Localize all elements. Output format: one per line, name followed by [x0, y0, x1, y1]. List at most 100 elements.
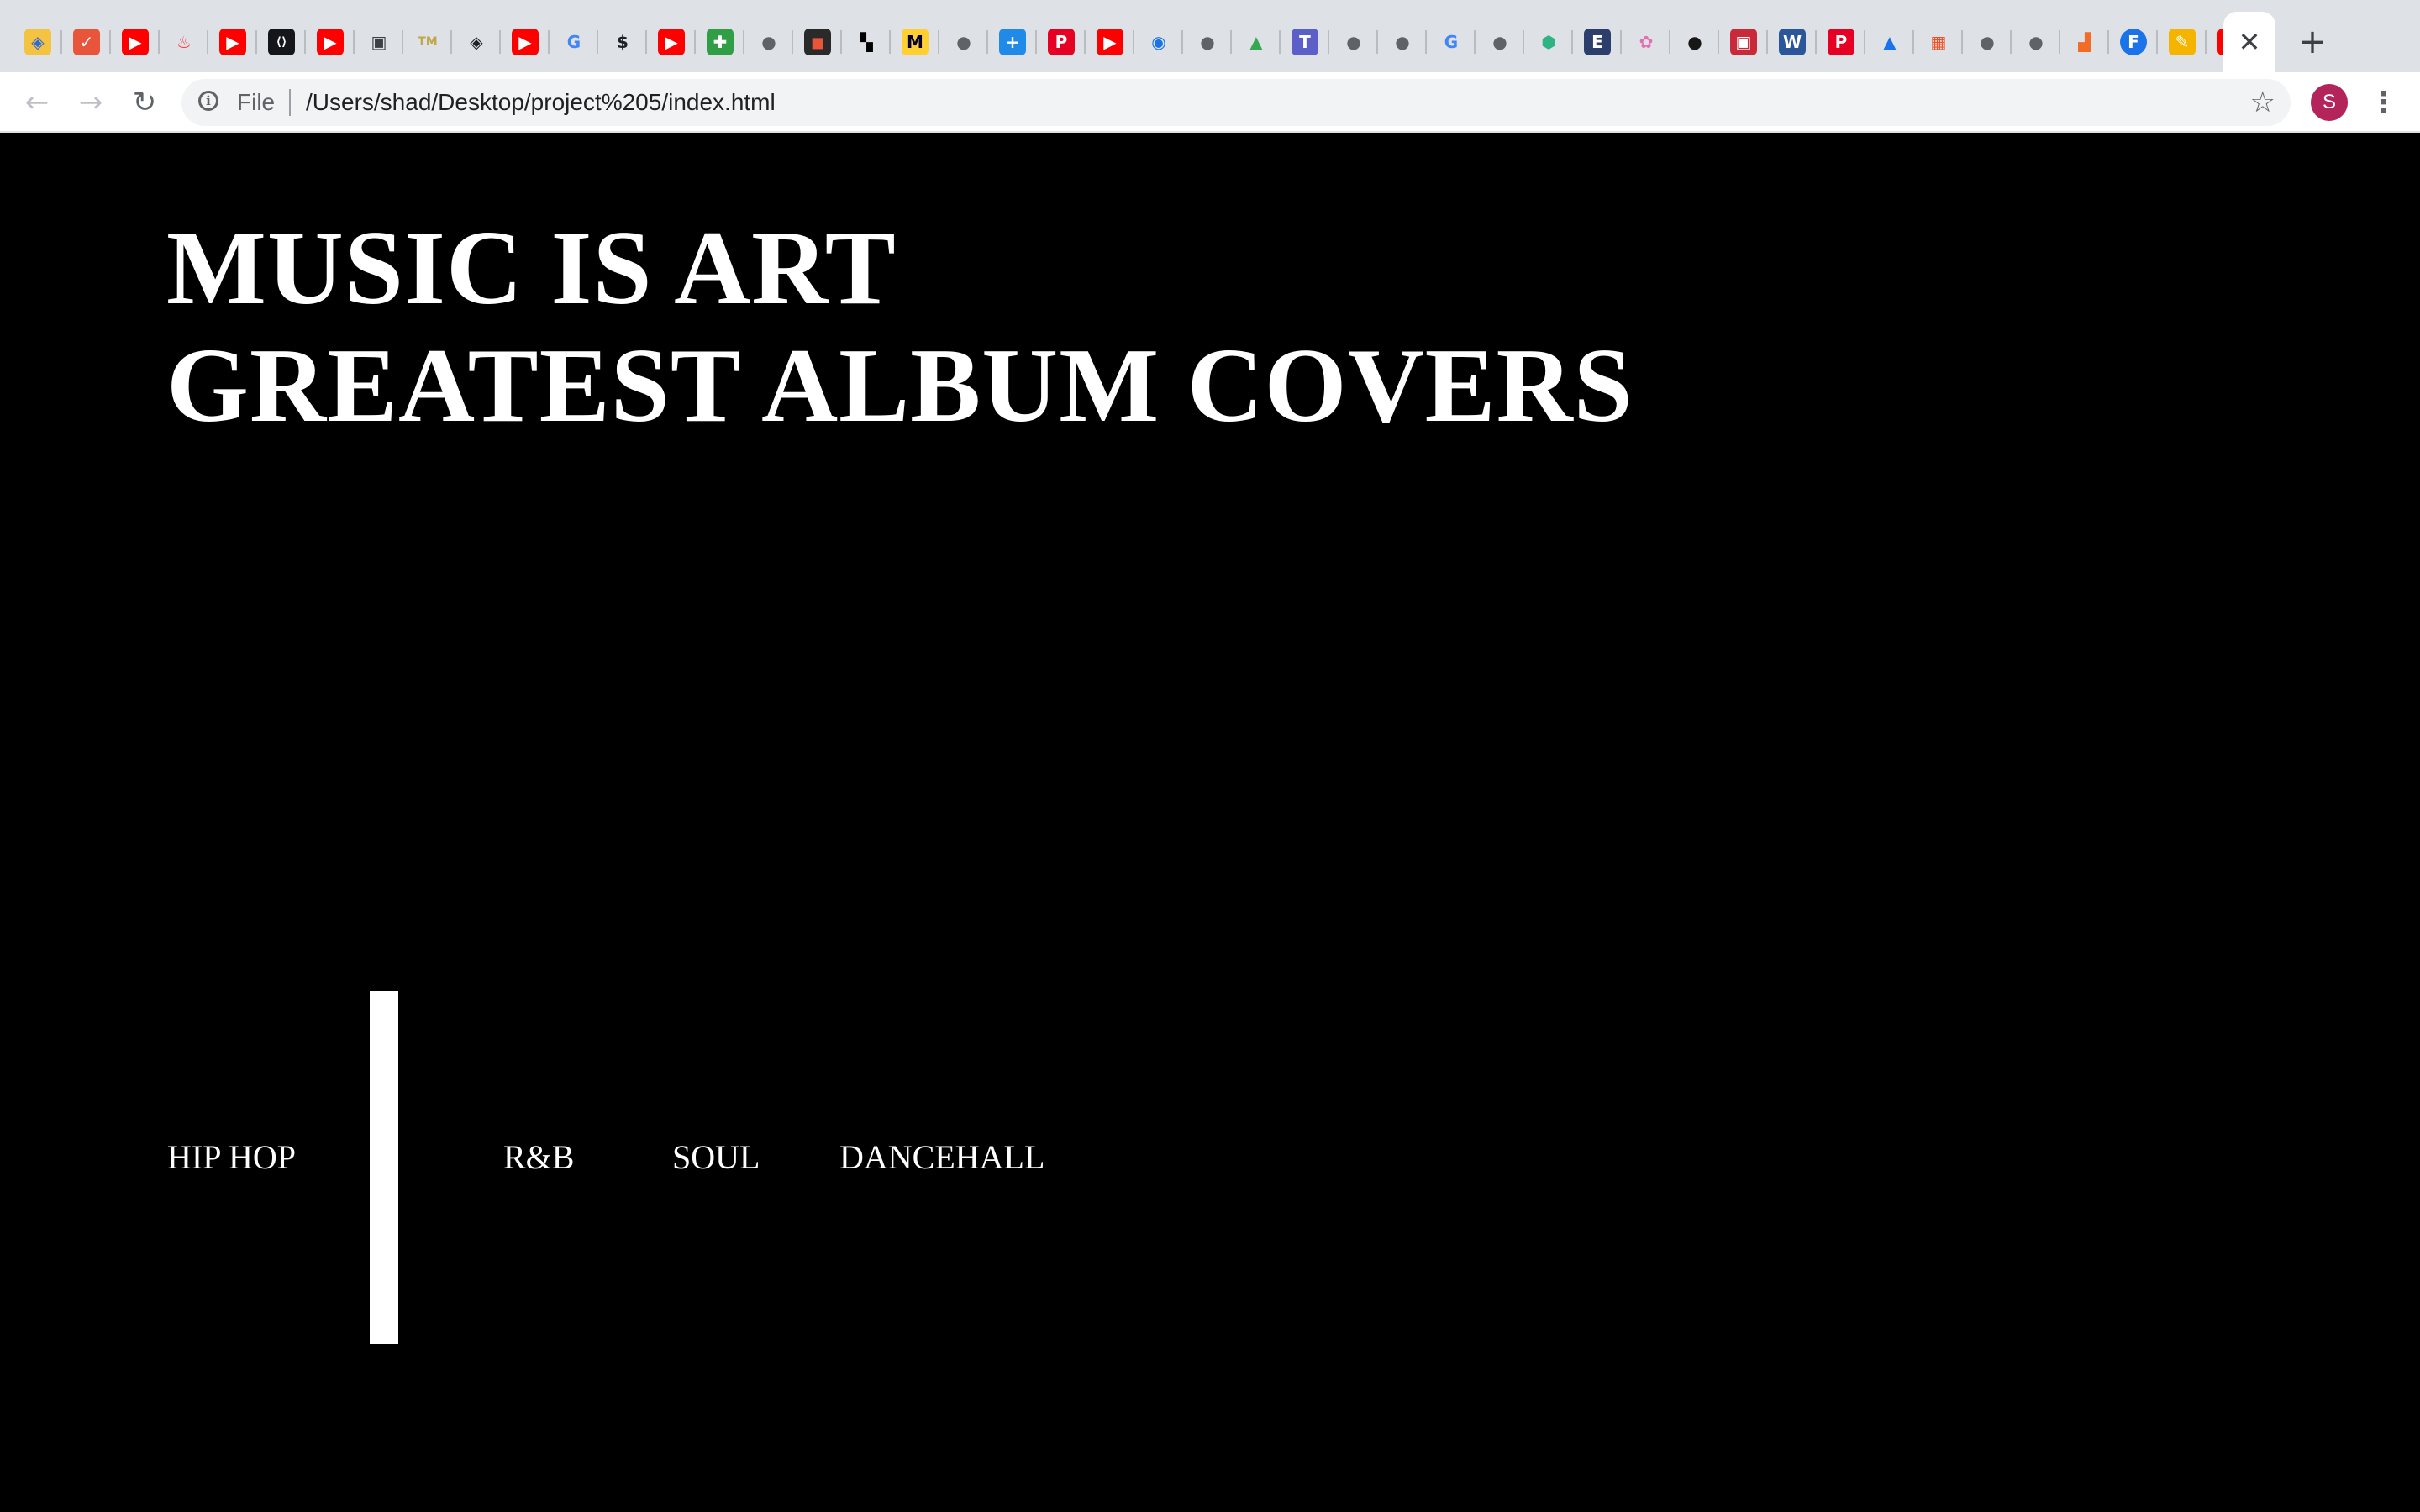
browser-tab[interactable]: ⬢: [1524, 18, 1573, 66]
reload-button[interactable]: ↻: [123, 81, 166, 124]
browser-tab[interactable]: ●: [744, 18, 793, 66]
browser-tab[interactable]: ◈: [13, 18, 62, 66]
blocks-icon: ▚: [853, 29, 880, 55]
back-button[interactable]: ←: [15, 81, 59, 124]
github-icon: ●: [1681, 29, 1708, 55]
browser-tab[interactable]: M: [891, 18, 939, 66]
browser-tab[interactable]: ▶: [111, 18, 160, 66]
green-shield-icon: ⬢: [1535, 29, 1562, 55]
browser-tab[interactable]: ●: [1670, 18, 1719, 66]
colorful-people-icon: ✿: [1633, 29, 1660, 55]
genre-link-soul[interactable]: SOUL: [672, 1137, 760, 1177]
red-box-icon: ▣: [1730, 29, 1757, 55]
title-line-2: GREATEST ALBUM COVERS: [166, 328, 1634, 444]
address-bar[interactable]: i File /Users/shad/Desktop/project%205/i…: [182, 79, 2291, 126]
browser-tab[interactable]: ●: [1378, 18, 1427, 66]
browser-tab[interactable]: ✎: [2158, 18, 2207, 66]
url-text[interactable]: /Users/shad/Desktop/project%205/index.ht…: [306, 79, 776, 126]
forward-button[interactable]: →: [69, 81, 113, 124]
browser-tab[interactable]: ●: [1183, 18, 1232, 66]
title-line-1: MUSIC IS ART: [166, 210, 897, 327]
profile-avatar[interactable]: S: [2311, 84, 2348, 121]
browser-tab[interactable]: E: [1573, 18, 1622, 66]
genre-link-hip-hop[interactable]: HIP HOP: [167, 1137, 296, 1177]
bookmark-star-icon[interactable]: ☆: [2250, 79, 2275, 126]
globe-icon: ●: [1486, 29, 1513, 55]
browser-tab[interactable]: ▶: [501, 18, 550, 66]
browser-tab[interactable]: ▣: [355, 18, 403, 66]
arrow-logo-icon: ▲: [1876, 29, 1903, 55]
f-circle-icon: F: [2120, 29, 2147, 55]
browser-tab[interactable]: ✿: [1622, 18, 1670, 66]
tab-strip: ◈ ✓ ▶ ♨ ▶ ⟨⟩ ▶ ▣ TM ◈ ▶ G $ ▶ ✚ ● ◼ ▚ M ● + P ▶ ◉ ● ▲ T ● ● G ● ⬢ E ✿ ● ▣ W P…: [0, 0, 2420, 72]
google-icon: G: [560, 29, 587, 55]
browser-tab[interactable]: G: [550, 18, 598, 66]
browser-tab[interactable]: ●: [939, 18, 988, 66]
browser-tab[interactable]: P: [1817, 18, 1865, 66]
info-icon[interactable]: i: [198, 91, 218, 111]
browser-tab[interactable]: TM: [403, 18, 452, 66]
browser-tab[interactable]: ▦: [1914, 18, 1963, 66]
browser-tab[interactable]: ▲: [1232, 18, 1281, 66]
browser-tab[interactable]: ●: [1329, 18, 1378, 66]
browser-tab[interactable]: ●: [1476, 18, 1524, 66]
genre-link-dancehall[interactable]: DANCEHALL: [839, 1137, 1044, 1177]
globe-icon: ●: [950, 29, 977, 55]
pinterest-icon: P: [1828, 29, 1854, 55]
youtube-icon: ▶: [122, 29, 149, 55]
tab-active[interactable]: ✕: [2223, 12, 2275, 72]
browser-tab[interactable]: ▶: [208, 18, 257, 66]
youtube-icon: ▶: [658, 29, 685, 55]
close-icon[interactable]: ✕: [2238, 26, 2261, 58]
browser-tab[interactable]: G: [1427, 18, 1476, 66]
browser-tab[interactable]: ▲: [1865, 18, 1914, 66]
e-logo-icon: E: [1584, 29, 1611, 55]
omnibox-divider: [289, 89, 291, 116]
browser-tab[interactable]: ▶: [647, 18, 696, 66]
browser-tab[interactable]: ◈: [452, 18, 501, 66]
pencil-icon: ✎: [2169, 29, 2196, 55]
browser-tab[interactable]: ✓: [62, 18, 111, 66]
browser-tab[interactable]: ◉: [1134, 18, 1183, 66]
browser-tab[interactable]: ▟: [2060, 18, 2109, 66]
pinterest-icon: P: [1048, 29, 1075, 55]
code-brackets-icon: ⟨⟩: [268, 29, 295, 55]
genre-link-rnb[interactable]: R&B: [503, 1137, 574, 1177]
stairs-icon: ▟: [2071, 29, 2098, 55]
browser-tab[interactable]: T: [1281, 18, 1329, 66]
browser-tab[interactable]: ♨: [160, 18, 208, 66]
browser-tab[interactable]: W: [1768, 18, 1817, 66]
checkmark-circle-icon: ✓: [73, 29, 100, 55]
page-title: MUSIC IS ART GREATEST ALBUM COVERS: [166, 210, 1634, 445]
new-tab-button[interactable]: +: [2291, 18, 2334, 66]
browser-tab[interactable]: ▶: [306, 18, 355, 66]
google-icon: G: [1438, 29, 1465, 55]
browser-tab[interactable]: ●: [1963, 18, 2012, 66]
colorful-square-icon: ◼: [804, 29, 831, 55]
browser-tab[interactable]: ◼: [793, 18, 842, 66]
browser-tab[interactable]: ●: [2012, 18, 2060, 66]
browser-tab[interactable]: ▣: [1719, 18, 1768, 66]
globe-icon: ●: [1340, 29, 1367, 55]
browser-tab[interactable]: $: [598, 18, 647, 66]
browser-tab[interactable]: ⟨⟩: [257, 18, 306, 66]
browser-tab[interactable]: P: [1037, 18, 1086, 66]
browser-tab[interactable]: ▚: [842, 18, 891, 66]
colorful-shield-icon: ◈: [24, 29, 51, 55]
microsoft-icon: ▦: [1925, 29, 1952, 55]
browser-tab[interactable]: ▶: [1086, 18, 1134, 66]
browser-menu-button[interactable]: ⋮: [2370, 81, 2398, 124]
youtube-icon: ▶: [219, 29, 246, 55]
browser-tab[interactable]: ✚: [696, 18, 744, 66]
diamond-target-icon: ◈: [463, 29, 490, 55]
browser-tab[interactable]: F: [2109, 18, 2158, 66]
active-genre-indicator: [370, 991, 398, 1344]
globe-icon: ●: [755, 29, 782, 55]
youtube-icon: ▶: [512, 29, 539, 55]
browser-tab[interactable]: +: [988, 18, 1037, 66]
youtube-icon: ▶: [317, 29, 344, 55]
youtube-icon: ▶: [1097, 29, 1123, 55]
miro-icon: M: [902, 29, 929, 55]
green-plus-icon: ✚: [707, 29, 734, 55]
url-scheme-label: File: [237, 89, 276, 115]
